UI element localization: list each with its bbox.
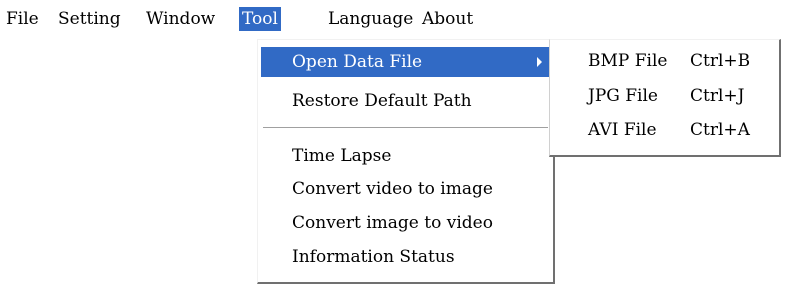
menu-item-convert-image-to-video[interactable]: Convert image to video <box>261 208 551 238</box>
menu-item-label: Information Status <box>292 247 455 267</box>
menu-separator <box>263 127 548 129</box>
menu-setting[interactable]: Setting <box>58 7 121 31</box>
submenu-item-label: BMP File <box>588 51 668 71</box>
submenu-item-shortcut: Ctrl+J <box>690 86 745 106</box>
menu-language[interactable]: Language <box>328 7 413 31</box>
menu-item-label: Convert video to image <box>292 179 493 199</box>
menu-file[interactable]: File <box>6 7 39 31</box>
submenu-item-label: JPG File <box>588 86 658 106</box>
menu-item-label: Restore Default Path <box>292 91 472 111</box>
menu-item-label: Convert image to video <box>292 213 493 233</box>
submenu-item-bmp-file[interactable]: BMP File Ctrl+B <box>552 45 777 78</box>
menu-item-convert-video-to-image[interactable]: Convert video to image <box>261 174 551 204</box>
submenu-item-shortcut: Ctrl+A <box>690 120 750 140</box>
open-data-file-submenu: BMP File Ctrl+B JPG File Ctrl+J AVI File… <box>549 39 781 157</box>
menu-item-time-lapse[interactable]: Time Lapse <box>261 141 551 171</box>
menu-bar: File Setting Window Tool Language About <box>0 0 788 38</box>
menu-window[interactable]: Window <box>146 7 215 31</box>
menu-about[interactable]: About <box>422 7 473 31</box>
menu-item-information-status[interactable]: Information Status <box>261 242 551 272</box>
menu-item-restore-default-path[interactable]: Restore Default Path <box>261 86 551 116</box>
submenu-item-label: AVI File <box>588 120 657 140</box>
submenu-item-avi-file[interactable]: AVI File Ctrl+A <box>552 114 777 147</box>
submenu-item-jpg-file[interactable]: JPG File Ctrl+J <box>552 80 777 113</box>
menu-item-label: Time Lapse <box>292 146 392 166</box>
tool-dropdown-menu: Open Data File Restore Default Path Time… <box>257 39 555 284</box>
menu-item-label: Open Data File <box>292 52 423 72</box>
menu-item-open-data-file[interactable]: Open Data File <box>261 47 551 77</box>
submenu-arrow-icon <box>537 57 542 67</box>
submenu-item-shortcut: Ctrl+B <box>690 51 751 71</box>
menu-tool[interactable]: Tool <box>239 7 281 31</box>
